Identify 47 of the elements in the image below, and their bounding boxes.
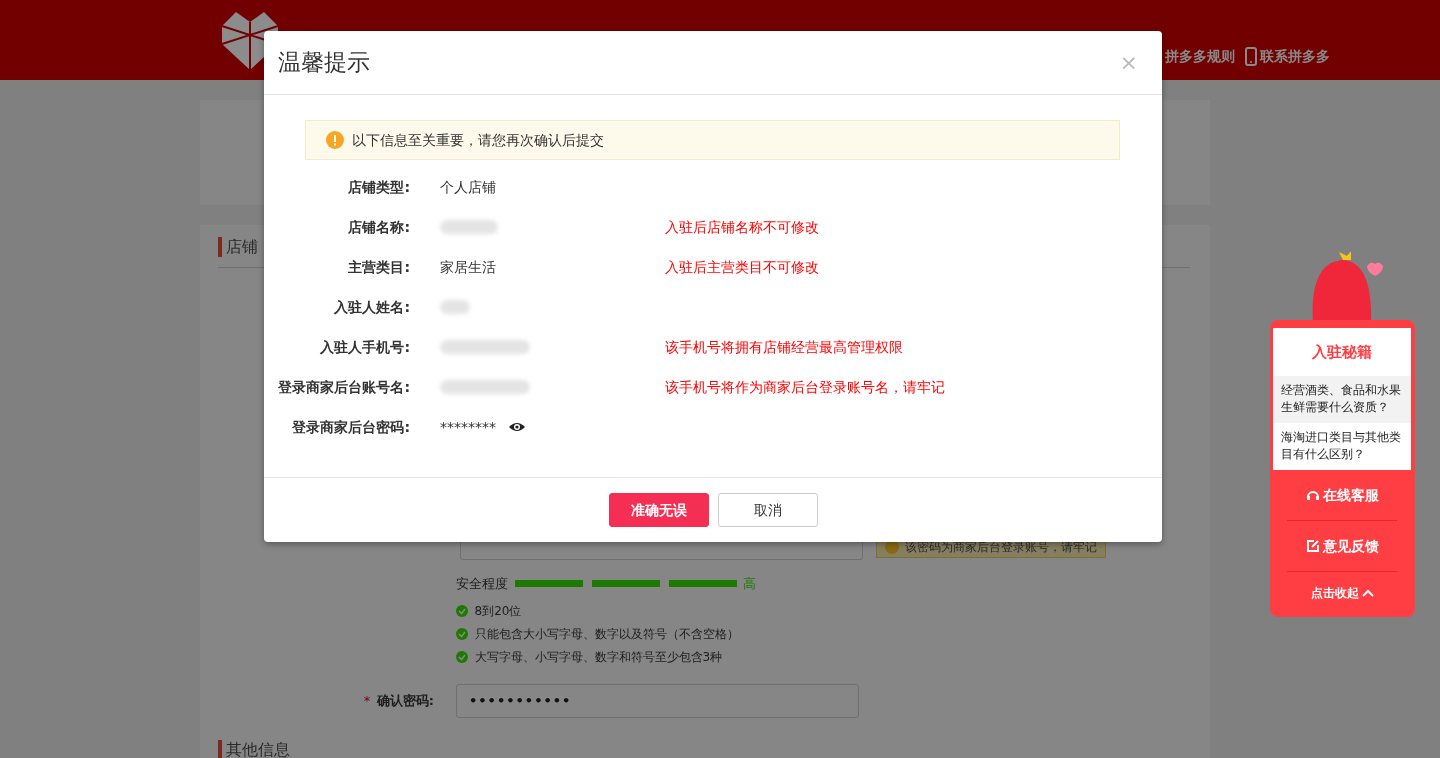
warning-text: 该手机号将作为商家后台登录账号名，请牢记 [665,377,945,397]
field-label: 主营类目: [347,257,410,277]
field-label: 登录商家后台密码: [291,417,410,437]
close-button[interactable]: × [1109,51,1148,74]
panel-title: 入驻秘籍 [1311,341,1373,363]
field-label: 确认密码: [376,691,434,710]
warning-text: 入驻后店铺名称不可修改 [665,217,819,237]
warning-text: 该手机号将拥有店铺经营最高管理权限 [665,337,903,357]
field-value: 家居生活 [440,257,496,277]
collapse-button[interactable]: 点击收起 [1304,572,1380,614]
chevron-up-icon [1361,588,1374,598]
required-mark: * [363,691,371,710]
redacted-value [440,300,470,314]
field-value: 个人店铺 [440,177,496,197]
field-label: 入驻人手机号: [319,337,410,357]
service-button[interactable]: 在线客服 [1299,470,1385,520]
field-label: 入驻人姓名: [333,297,410,317]
hint-text: 该密码为商家后台登录账号，请牢记 [905,539,1097,556]
question-link[interactable]: 经营酒类、食品和水果生鲜需要什么资质？ [1273,376,1411,423]
header-link[interactable]: 拼多多规则 [1164,46,1235,67]
notice-text: 以下信息至关重要，请您再次确认后提交 [352,130,604,150]
warning-text: 入驻后主营类目不可修改 [665,257,819,277]
password-field[interactable]: ••••••••••• [456,683,859,718]
section-title: 店铺 [218,237,258,257]
header-link[interactable]: 联系拼多多 [1244,46,1330,67]
edit-icon [1305,539,1320,553]
password-value: ******** [440,417,496,437]
warning-icon [326,131,344,149]
eye-icon [508,421,526,433]
strength-label: 安全程度 [456,575,508,593]
rule-text: 只能包含大小写字母、数字以及符号（不含空格） [474,625,739,643]
redacted-value [440,220,498,234]
confirm-button[interactable]: 准确无误 [608,493,709,527]
cancel-button[interactable]: 取消 [717,493,818,527]
rule-text: 大写字母、小写字母、数字和符号至少包含3种 [474,648,723,666]
rule-text: 8到20位 [474,602,522,620]
strength-text: 高 [743,575,756,593]
feedback-button[interactable]: 意见反馈 [1299,521,1385,571]
question-link[interactable]: 海淘进口类目与其他类目有什么区别？ [1273,423,1411,470]
phone-icon [1244,47,1257,66]
headset-icon [1305,488,1320,502]
section-title: 其他信息 [218,739,290,758]
dialog-title: 温馨提示 [278,48,370,78]
field-label: 店铺名称: [347,217,410,237]
field-label: 登录商家后台账号名: [277,377,410,397]
warning-icon [885,540,899,554]
field-label: 店铺类型: [347,177,410,197]
